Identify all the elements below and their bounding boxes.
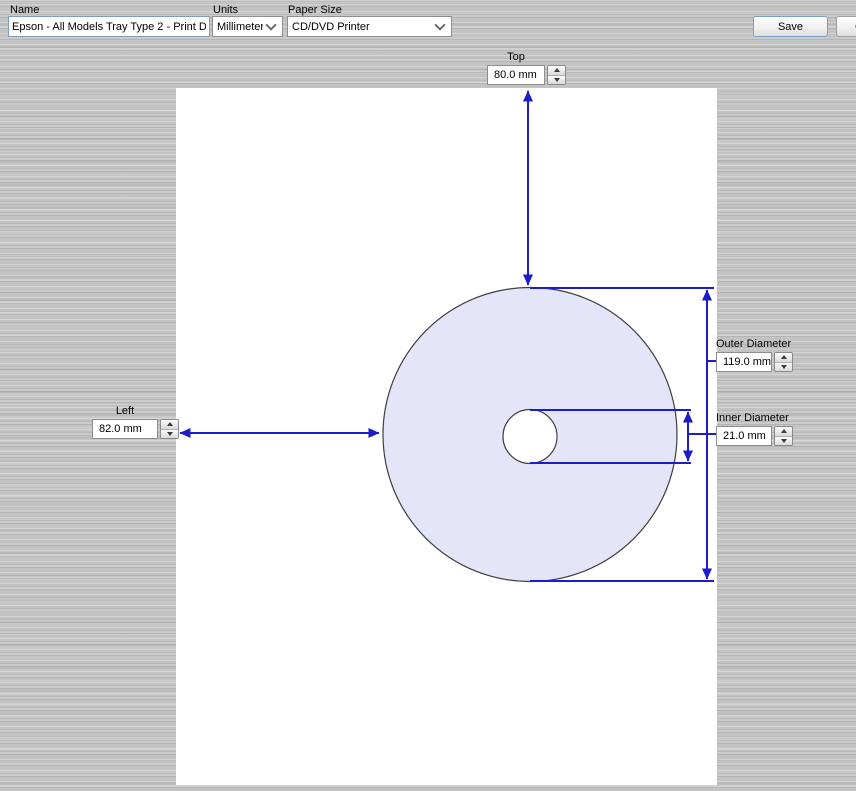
disc-template-editor: Name Units Millimeters Paper Size CD/DVD…	[0, 0, 856, 791]
paper-preview	[176, 88, 717, 785]
left-margin-label: Left	[92, 405, 158, 418]
spin-up-icon[interactable]	[161, 420, 178, 430]
spin-down-icon[interactable]	[775, 363, 792, 372]
spin-down-icon[interactable]	[775, 437, 792, 446]
name-label: Name	[10, 4, 39, 16]
chevron-down-icon	[265, 19, 276, 30]
outer-diameter-label: Outer Diameter	[716, 338, 793, 351]
paper-size-combobox-value: CD/DVD Printer	[292, 21, 432, 33]
chevron-down-icon	[434, 19, 445, 30]
clipped-button[interactable]: C	[836, 16, 856, 37]
outer-diameter-control: Outer Diameter	[716, 338, 793, 372]
spin-down-icon[interactable]	[548, 76, 565, 85]
top-margin-control: Top	[487, 51, 566, 85]
top-margin-field[interactable]	[487, 65, 545, 85]
units-label: Units	[213, 4, 238, 16]
spin-up-icon[interactable]	[775, 353, 792, 363]
left-margin-control: Left	[92, 405, 179, 439]
outer-diameter-spinner	[774, 352, 793, 372]
spin-down-icon[interactable]	[161, 430, 178, 439]
units-combobox-value: Millimeters	[217, 21, 263, 33]
left-margin-field[interactable]	[92, 419, 158, 439]
inner-diameter-control: Inner Diameter	[716, 412, 793, 446]
name-input[interactable]	[8, 16, 210, 37]
save-button[interactable]: Save	[753, 16, 828, 37]
paper-size-combobox[interactable]: CD/DVD Printer	[287, 16, 452, 37]
inner-diameter-field[interactable]	[716, 426, 772, 446]
spin-up-icon[interactable]	[775, 427, 792, 437]
paper-size-label: Paper Size	[288, 4, 342, 16]
units-combobox[interactable]: Millimeters	[212, 16, 283, 37]
inner-diameter-spinner	[774, 426, 793, 446]
inner-diameter-label: Inner Diameter	[716, 412, 793, 425]
left-margin-spinner	[160, 419, 179, 439]
top-margin-spinner	[547, 65, 566, 85]
outer-diameter-field[interactable]	[716, 352, 772, 372]
spin-up-icon[interactable]	[548, 66, 565, 76]
top-margin-label: Top	[487, 51, 545, 64]
